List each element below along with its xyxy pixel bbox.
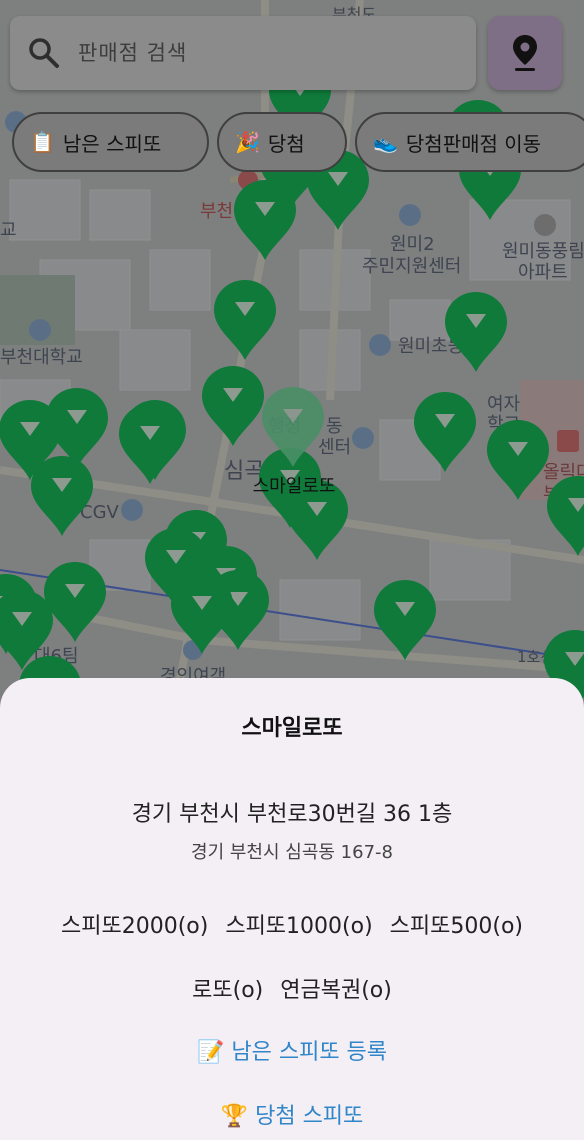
search-icon — [29, 38, 59, 68]
chip-winning-store-move-label: 당첨판매점 이동 — [405, 131, 542, 156]
game-speetto1000: 스피또1000(o) — [225, 914, 373, 939]
chip-winning-label: 당첨 — [267, 131, 305, 156]
winning-speetto-link[interactable]: 🏆 당첨 스피또 — [0, 1098, 584, 1130]
chip-winning-store-move[interactable]: 👟 당첨판매점 이동 — [355, 112, 584, 172]
memo-icon: 📝 — [196, 1040, 225, 1065]
selected-store-map-label: 스마일로또 — [253, 476, 336, 497]
search-input[interactable] — [76, 40, 440, 66]
store-detail-sheet: 스마일로또 경기 부천시 부천로30번길 36 1층 경기 부천시 심곡동 16… — [0, 678, 584, 1140]
party-popper-icon: 🎉 — [235, 130, 260, 154]
map-label-university: 부천대학교 — [0, 347, 83, 368]
map-label-girls-school-1: 여자 — [487, 394, 521, 415]
store-name: 스마일로또 — [241, 716, 343, 741]
search-bar[interactable] — [10, 16, 476, 90]
trophy-icon: 🏆 — [220, 1104, 249, 1129]
clipboard-icon: 📋 — [30, 130, 55, 154]
lotto-availability: 로또(o) 연금복권(o) — [0, 972, 584, 1004]
lot-address: 경기 부천시 심곡동 167-8 — [191, 842, 393, 863]
map-label-admin-3: 센터 — [318, 437, 351, 458]
game-pension: 연금복권(o) — [280, 978, 392, 1003]
chip-winning[interactable]: 🎉 당첨 — [217, 112, 347, 172]
my-location-button[interactable] — [488, 16, 562, 90]
sneaker-icon: 👟 — [373, 130, 398, 154]
game-lotto: 로또(o) — [192, 978, 264, 1003]
map-label-apartment-2: 아파트 — [518, 262, 568, 283]
game-speetto2000: 스피또2000(o) — [60, 914, 209, 939]
map-label-bucheon: 부천 — [200, 201, 233, 222]
map-label-admin-2: 동 — [326, 416, 343, 437]
map-label-gyo: 교 — [0, 220, 17, 241]
map-label-community-center: 주민지원센터 — [362, 256, 461, 277]
register-remaining-speetto-link[interactable]: 📝 남은 스피또 등록 — [0, 1034, 584, 1066]
game-speetto500: 스피또500(o) — [389, 914, 524, 939]
map-label-wonmi2: 원미2 — [390, 234, 435, 255]
road-address: 경기 부천시 부천로30번길 36 1층 — [131, 802, 453, 827]
speetto-availability: 스피또2000(o) 스피또1000(o) 스피또500(o) — [0, 908, 584, 940]
chip-remaining-speetto-label: 남은 스피또 — [62, 131, 162, 156]
map-label-apartment-1: 원미동풍림 — [502, 241, 584, 262]
location-pin-icon — [513, 35, 537, 71]
chip-remaining-speetto[interactable]: 📋 남은 스피또 — [12, 112, 209, 172]
register-remaining-speetto-label: 남은 스피또 등록 — [231, 1040, 388, 1065]
winning-speetto-label: 당첨 스피또 — [255, 1104, 364, 1129]
